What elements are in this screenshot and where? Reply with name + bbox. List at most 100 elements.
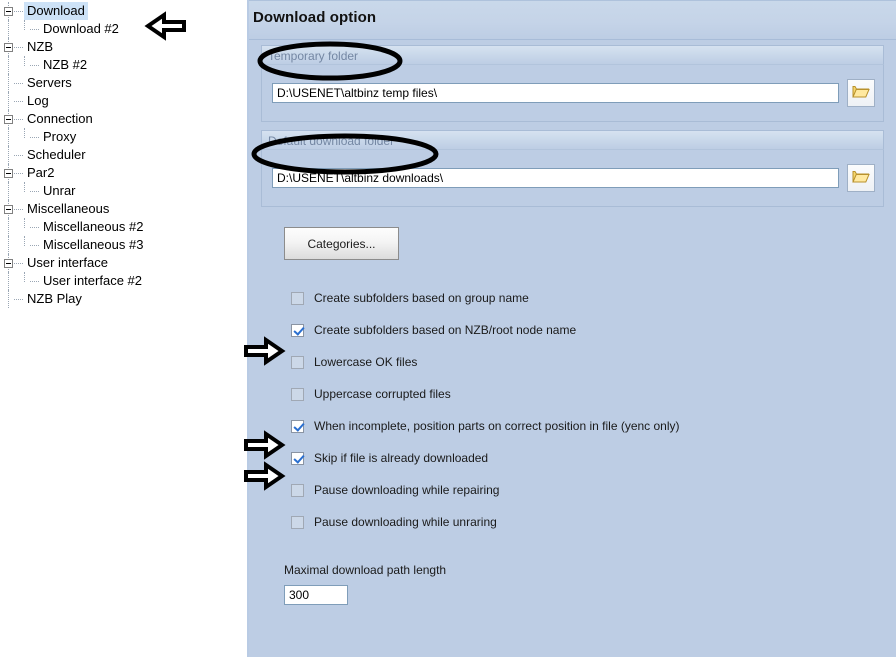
tree-collapse-icon[interactable] [4,7,13,16]
temporary-folder-input[interactable] [272,83,839,103]
default-download-folder-group-header: Default download folder [261,130,884,150]
tree-guide-line [8,182,10,200]
tree-branch-line [14,155,23,157]
tree-collapse-icon[interactable] [4,115,13,124]
tree-branch-line [30,227,39,229]
tree-guide-line [8,290,10,308]
sidebar-item-miscellaneous[interactable]: Miscellaneous [0,200,247,218]
tree-collapse-icon[interactable] [4,259,13,268]
sidebar-item-label: Proxy [43,129,77,144]
checkbox-row[interactable]: Uppercase corrupted files [261,378,884,410]
checkbox-unchecked[interactable] [291,515,304,529]
sidebar-item-label: Log [27,93,49,108]
temporary-folder-group: Temporary folder [261,45,884,122]
tree-branch-line [14,83,23,85]
default-download-folder-group: Default download folder [261,130,884,207]
tree-branch-line [30,191,39,193]
sidebar-item-miscellaneous-2[interactable]: Miscellaneous #2 [0,218,247,236]
sidebar-item-miscellaneous-3[interactable]: Miscellaneous #3 [0,236,247,254]
sidebar-item-proxy[interactable]: Proxy [0,128,247,146]
tree-branch-line [30,245,39,247]
folder-open-icon [852,84,870,102]
folder-open-icon [852,169,870,187]
checkbox-checked[interactable] [291,451,304,465]
sidebar-item-user-interface-2[interactable]: User interface #2 [0,272,247,290]
sidebar-item-nzb-2[interactable]: NZB #2 [0,56,247,74]
checkbox-unchecked[interactable] [291,483,304,497]
settings-window: Download Download #2 NZB NZB #2 Servers Log Co… [0,0,896,657]
sidebar-item-connection[interactable]: Connection [0,110,247,128]
tree-elbow-line [24,272,26,282]
tree-branch-line [14,263,23,265]
sidebar-item-label: Servers [27,75,72,90]
sidebar-item-scheduler[interactable]: Scheduler [0,146,247,164]
checkbox-unchecked[interactable] [291,291,304,305]
checkbox-unchecked[interactable] [291,355,304,369]
tree-collapse-icon[interactable] [4,205,13,214]
panel-header: Download option [249,0,896,40]
sidebar-item-user-interface[interactable]: User interface [0,254,247,272]
tree-branch-line [30,281,39,283]
checkbox-row[interactable]: When incomplete, position parts on corre… [261,410,884,442]
checkbox-row[interactable]: Pause downloading while repairing [261,474,884,506]
tree-root: Download Download #2 NZB NZB #2 Servers Log Co… [0,0,247,308]
tree-elbow-line [24,182,26,192]
default-download-folder-input[interactable] [272,168,839,188]
categories-button[interactable]: Categories... [284,227,399,260]
sidebar-item-par2[interactable]: Par2 [0,164,247,182]
temporary-folder-group-header: Temporary folder [261,45,884,65]
sidebar-item-label: NZB Play [27,291,82,306]
sidebar-item-download-2[interactable]: Download #2 [0,20,247,38]
tree-branch-line [14,47,23,49]
checkbox-checked[interactable] [291,419,304,433]
tree-branch-line [30,65,39,67]
checkbox-checked[interactable] [291,323,304,337]
default-download-folder-browse-button[interactable] [847,164,875,192]
sidebar-item-label: Download #2 [43,21,119,36]
tree-elbow-line [24,56,26,66]
tree-elbow-line [24,236,26,246]
maximal-download-path-length-field: Maximal download path length [284,563,884,605]
sidebar-item-label: Scheduler [27,147,86,162]
tree-branch-line [14,119,23,121]
tree-guide-line [8,146,10,164]
temporary-folder-browse-button[interactable] [847,79,875,107]
tree-elbow-line [24,128,26,138]
checkbox-label: Lowercase OK files [314,355,418,369]
checkbox-label: Pause downloading while repairing [314,483,500,497]
tree-collapse-icon[interactable] [4,43,13,52]
download-option-panel: Download option Temporary folder D:\USEN… [249,0,896,657]
sidebar-item-label: Par2 [27,165,55,180]
tree-branch-line [14,11,23,13]
checkbox-row[interactable]: Pause downloading while unraring [261,506,884,538]
tree-branch-line [14,209,23,211]
temporary-folder-group-content [262,65,883,121]
sidebar-item-download[interactable]: Download [0,2,247,20]
tree-guide-line [8,272,10,290]
sidebar-item-unrar[interactable]: Unrar [0,182,247,200]
checkbox-row[interactable]: Create subfolders based on NZB/root node… [261,314,884,346]
sidebar-item-servers[interactable]: Servers [0,74,247,92]
settings-navigation-tree[interactable]: Download Download #2 NZB NZB #2 Servers Log Co… [0,0,249,657]
tree-collapse-icon[interactable] [4,169,13,178]
checkbox-label: When incomplete, position parts on corre… [314,419,680,433]
sidebar-item-label: Download [24,2,88,20]
checkbox-row[interactable]: Lowercase OK files [261,346,884,378]
sidebar-item-log[interactable]: Log [0,92,247,110]
maximal-download-path-length-label: Maximal download path length [284,563,447,577]
sidebar-item-label: NZB [27,39,53,54]
tree-branch-line [30,29,39,31]
checkbox-row[interactable]: Skip if file is already downloaded [261,442,884,474]
sidebar-item-label: NZB #2 [43,57,88,72]
maximal-download-path-length-input[interactable] [284,585,348,605]
checkbox-unchecked[interactable] [291,387,304,401]
checkbox-row[interactable]: Create subfolders based on group name [261,282,884,314]
checkbox-label: Skip if file is already downloaded [314,451,489,465]
tree-branch-line [14,299,23,301]
checkbox-label: Uppercase corrupted files [314,387,451,401]
tree-branch-line [14,173,23,175]
sidebar-item-nzb[interactable]: NZB [0,38,247,56]
sidebar-item-label: Miscellaneous [27,201,110,216]
sidebar-item-label: Connection [27,111,93,126]
sidebar-item-nzb-play[interactable]: NZB Play [0,290,247,308]
